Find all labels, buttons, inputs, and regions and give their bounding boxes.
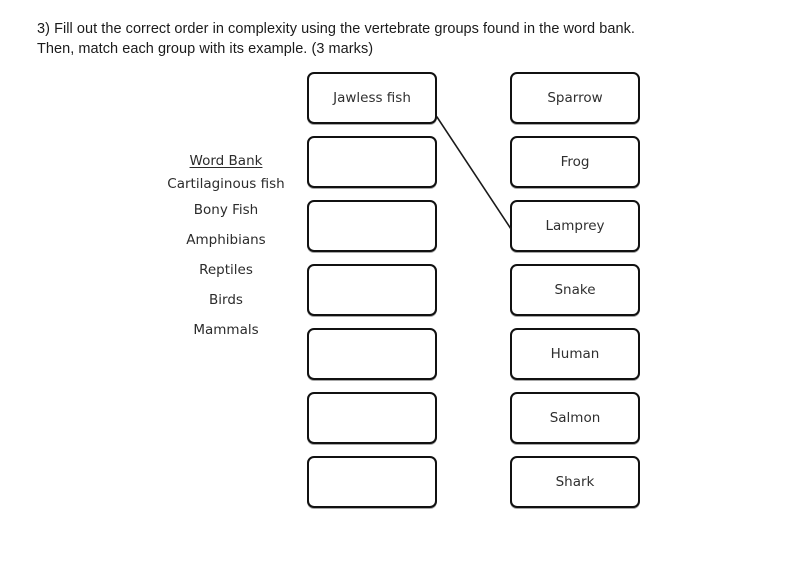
left-box-6[interactable] bbox=[307, 392, 437, 444]
word-bank-item-mammals: Mammals bbox=[193, 322, 259, 338]
word-bank-item-bony-fish: Bony Fish bbox=[193, 202, 259, 218]
word-bank-title: Word Bank bbox=[189, 153, 263, 169]
right-example-column: Sparrow Frog Lamprey Snake Human Salmon … bbox=[510, 72, 640, 520]
right-box-sparrow[interactable]: Sparrow bbox=[510, 72, 640, 124]
right-box-frog[interactable]: Frog bbox=[510, 136, 640, 188]
right-box-human[interactable]: Human bbox=[510, 328, 640, 380]
left-box-1[interactable]: Jawless fish bbox=[307, 72, 437, 124]
right-box-snake[interactable]: Snake bbox=[510, 264, 640, 316]
word-bank-item-cartilaginous-fish: Cartilaginous fish bbox=[167, 176, 285, 192]
left-box-2[interactable] bbox=[307, 136, 437, 188]
question-prompt: 3) Fill out the correct order in complex… bbox=[37, 19, 737, 59]
question-line-1: 3) Fill out the correct order in complex… bbox=[37, 21, 635, 37]
connector-jawless-fish-to-lamprey bbox=[436, 116, 512, 230]
word-bank-item-reptiles: Reptiles bbox=[199, 262, 253, 278]
left-box-7[interactable] bbox=[307, 456, 437, 508]
left-box-3[interactable] bbox=[307, 200, 437, 252]
right-box-salmon[interactable]: Salmon bbox=[510, 392, 640, 444]
worksheet-page: 3) Fill out the correct order in complex… bbox=[0, 0, 800, 583]
word-bank: Word Bank Cartilaginous fish Bony Fish A… bbox=[140, 152, 312, 345]
right-box-shark[interactable]: Shark bbox=[510, 456, 640, 508]
left-answer-column: Jawless fish bbox=[307, 72, 437, 520]
word-bank-item-birds: Birds bbox=[209, 292, 243, 308]
question-line-2: Then, match each group with its example.… bbox=[37, 41, 374, 57]
word-bank-item-amphibians: Amphibians bbox=[186, 232, 266, 248]
left-box-4[interactable] bbox=[307, 264, 437, 316]
right-box-lamprey[interactable]: Lamprey bbox=[510, 200, 640, 252]
left-box-5[interactable] bbox=[307, 328, 437, 380]
